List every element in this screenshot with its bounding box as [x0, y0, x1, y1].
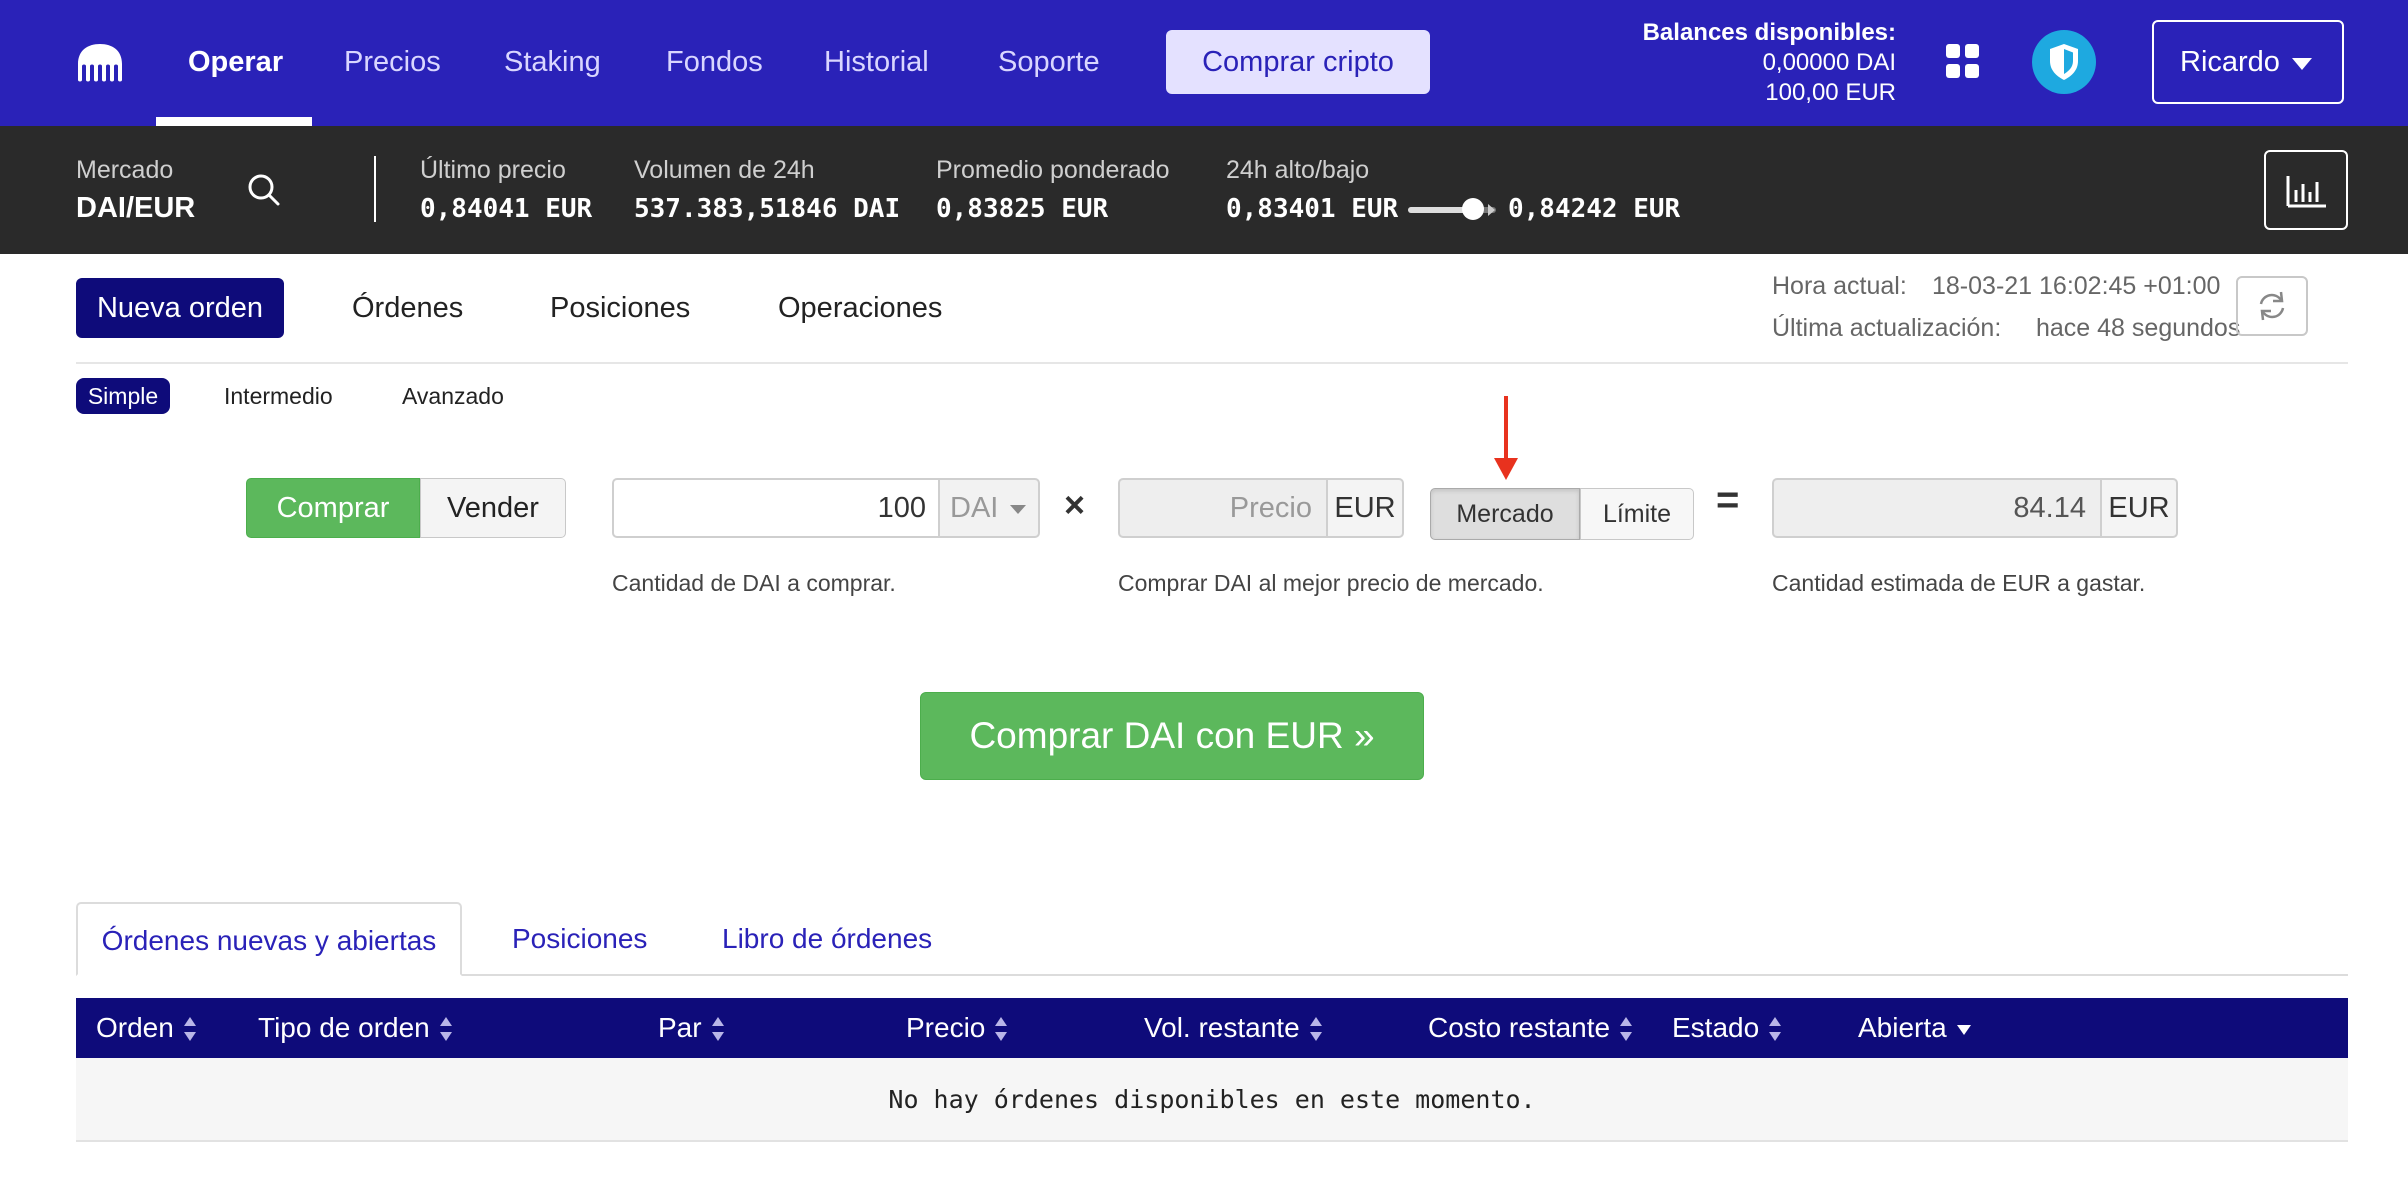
refresh-button[interactable]: [2236, 276, 2308, 336]
kraken-logo-icon[interactable]: [74, 42, 126, 82]
multiply-symbol: ×: [1064, 484, 1086, 525]
user-name: Ricardo: [2180, 46, 2280, 78]
vwap-value: 0,83825 EUR: [936, 194, 1109, 224]
nav-staking[interactable]: Staking: [504, 0, 601, 126]
total-hint: Cantidad estimada de EUR a gastar.: [1772, 570, 2146, 596]
market-label: Mercado: [76, 156, 174, 184]
tab-positions[interactable]: Posiciones: [550, 278, 690, 338]
user-menu-button[interactable]: Ricardo: [2152, 20, 2344, 104]
col-remaining-vol[interactable]: Vol. restante: [1144, 998, 1322, 1058]
sort-icon: [711, 1016, 724, 1043]
tab-new-order[interactable]: Nueva orden: [76, 278, 284, 338]
market-bar: Mercado DAI/EUR Último precio 0,84041 EU…: [0, 126, 2408, 254]
amount-unit-label: DAI: [950, 492, 999, 524]
col-status[interactable]: Estado: [1672, 998, 1782, 1058]
empty-table-message: No hay órdenes disponibles en este momen…: [76, 1058, 2348, 1142]
shield-icon[interactable]: [2032, 30, 2096, 94]
volume-value: 537.383,51846 DAI: [634, 194, 901, 224]
col-remaining-cost[interactable]: Costo restante: [1428, 998, 1633, 1058]
col-price[interactable]: Precio: [906, 998, 1008, 1058]
tab-orders[interactable]: Órdenes: [352, 278, 463, 338]
last-price-label: Último precio: [420, 156, 566, 184]
last-update-label: Última actualización:: [1772, 314, 2002, 342]
last-price-value: 0,84041 EUR: [420, 194, 593, 224]
highlow-label: 24h alto/bajo: [1226, 156, 1370, 184]
range-thumb: [1462, 198, 1484, 220]
order-type-market[interactable]: Mercado: [1430, 488, 1580, 540]
bar-chart-icon: [2286, 176, 2326, 208]
section-divider: [76, 362, 2348, 364]
current-time-label: Hora actual:: [1772, 272, 1907, 300]
volume-label: Volumen de 24h: [634, 156, 815, 184]
sort-icon: [439, 1016, 452, 1043]
total-unit: EUR: [2100, 478, 2178, 538]
amount-hint: Cantidad de DAI a comprar.: [612, 570, 896, 596]
search-icon[interactable]: [246, 172, 282, 208]
refresh-icon: [2259, 291, 2285, 321]
sort-icon: [1309, 1016, 1322, 1043]
sort-icon: [1769, 1016, 1782, 1043]
price-unit: EUR: [1326, 478, 1404, 538]
mode-advanced[interactable]: Avanzado: [402, 378, 504, 414]
nav-historial[interactable]: Historial: [824, 0, 929, 126]
nav-fondos[interactable]: Fondos: [666, 0, 763, 126]
mode-simple[interactable]: Simple: [76, 378, 170, 414]
balances-title: Balances disponibles:: [1642, 19, 1896, 46]
chart-button[interactable]: [2264, 150, 2348, 230]
tab-lower-positions[interactable]: Posiciones: [512, 902, 647, 976]
col-order[interactable]: Orden: [96, 998, 196, 1058]
nav-precios[interactable]: Precios: [344, 0, 441, 126]
top-nav: Operar Precios Staking Fondos Historial …: [0, 0, 2408, 126]
annotation-arrow-icon: [1494, 396, 1518, 480]
total-estimate-field: 84.14: [1772, 478, 2102, 538]
nav-active-indicator: [156, 117, 312, 126]
sort-icon: [183, 1016, 196, 1043]
chevron-down-icon: [2292, 58, 2312, 70]
sort-icon: [995, 1016, 1008, 1043]
vwap-label: Promedio ponderado: [936, 156, 1170, 184]
order-type-limit[interactable]: Límite: [1580, 488, 1694, 540]
tab-trades[interactable]: Operaciones: [778, 278, 942, 338]
sort-icon: [1620, 1016, 1633, 1043]
price-input[interactable]: Precio: [1118, 478, 1328, 538]
equals-symbol: =: [1716, 478, 1740, 522]
sell-toggle[interactable]: Vender: [420, 478, 566, 538]
market-pair[interactable]: DAI/EUR: [76, 192, 195, 225]
low-value: 0,83401 EUR: [1226, 194, 1399, 224]
col-pair[interactable]: Par: [658, 998, 724, 1058]
available-balances: Balances disponibles: 0,00000 DAI 100,00…: [1643, 18, 1896, 108]
tab-open-orders[interactable]: Órdenes nuevas y abiertas: [76, 902, 462, 976]
market-divider: [374, 156, 376, 222]
high-value: 0,84242 EUR: [1508, 194, 1681, 224]
nav-operar[interactable]: Operar: [188, 0, 283, 126]
current-time-value: 18-03-21 16:02:45 +01:00: [1932, 272, 2221, 300]
buy-toggle[interactable]: Comprar: [246, 478, 420, 538]
orders-table-header: Orden Tipo de orden Par Precio Vol. rest…: [76, 998, 2348, 1058]
col-order-type[interactable]: Tipo de orden: [258, 998, 452, 1058]
range-end-marker: [1488, 204, 1495, 216]
tab-order-book[interactable]: Libro de órdenes: [722, 902, 932, 976]
balance-eur: 100,00 EUR: [1765, 79, 1896, 106]
chevron-down-icon: [1010, 505, 1026, 514]
last-update-value: hace 48 segundos: [2036, 314, 2241, 342]
sort-desc-icon: [1956, 1024, 1971, 1035]
submit-buy-button[interactable]: Comprar DAI con EUR »: [920, 692, 1424, 780]
col-opened[interactable]: Abierta: [1858, 998, 1971, 1058]
amount-input[interactable]: 100: [612, 478, 940, 538]
buy-crypto-button[interactable]: Comprar cripto: [1166, 30, 1430, 94]
nav-soporte[interactable]: Soporte: [998, 0, 1100, 126]
price-hint: Comprar DAI al mejor precio de mercado.: [1118, 570, 1544, 596]
grid-icon[interactable]: [1946, 44, 1980, 78]
mode-intermediate[interactable]: Intermedio: [224, 378, 333, 414]
amount-unit-select[interactable]: DAI: [938, 478, 1040, 538]
balance-dai: 0,00000 DAI: [1762, 49, 1896, 76]
